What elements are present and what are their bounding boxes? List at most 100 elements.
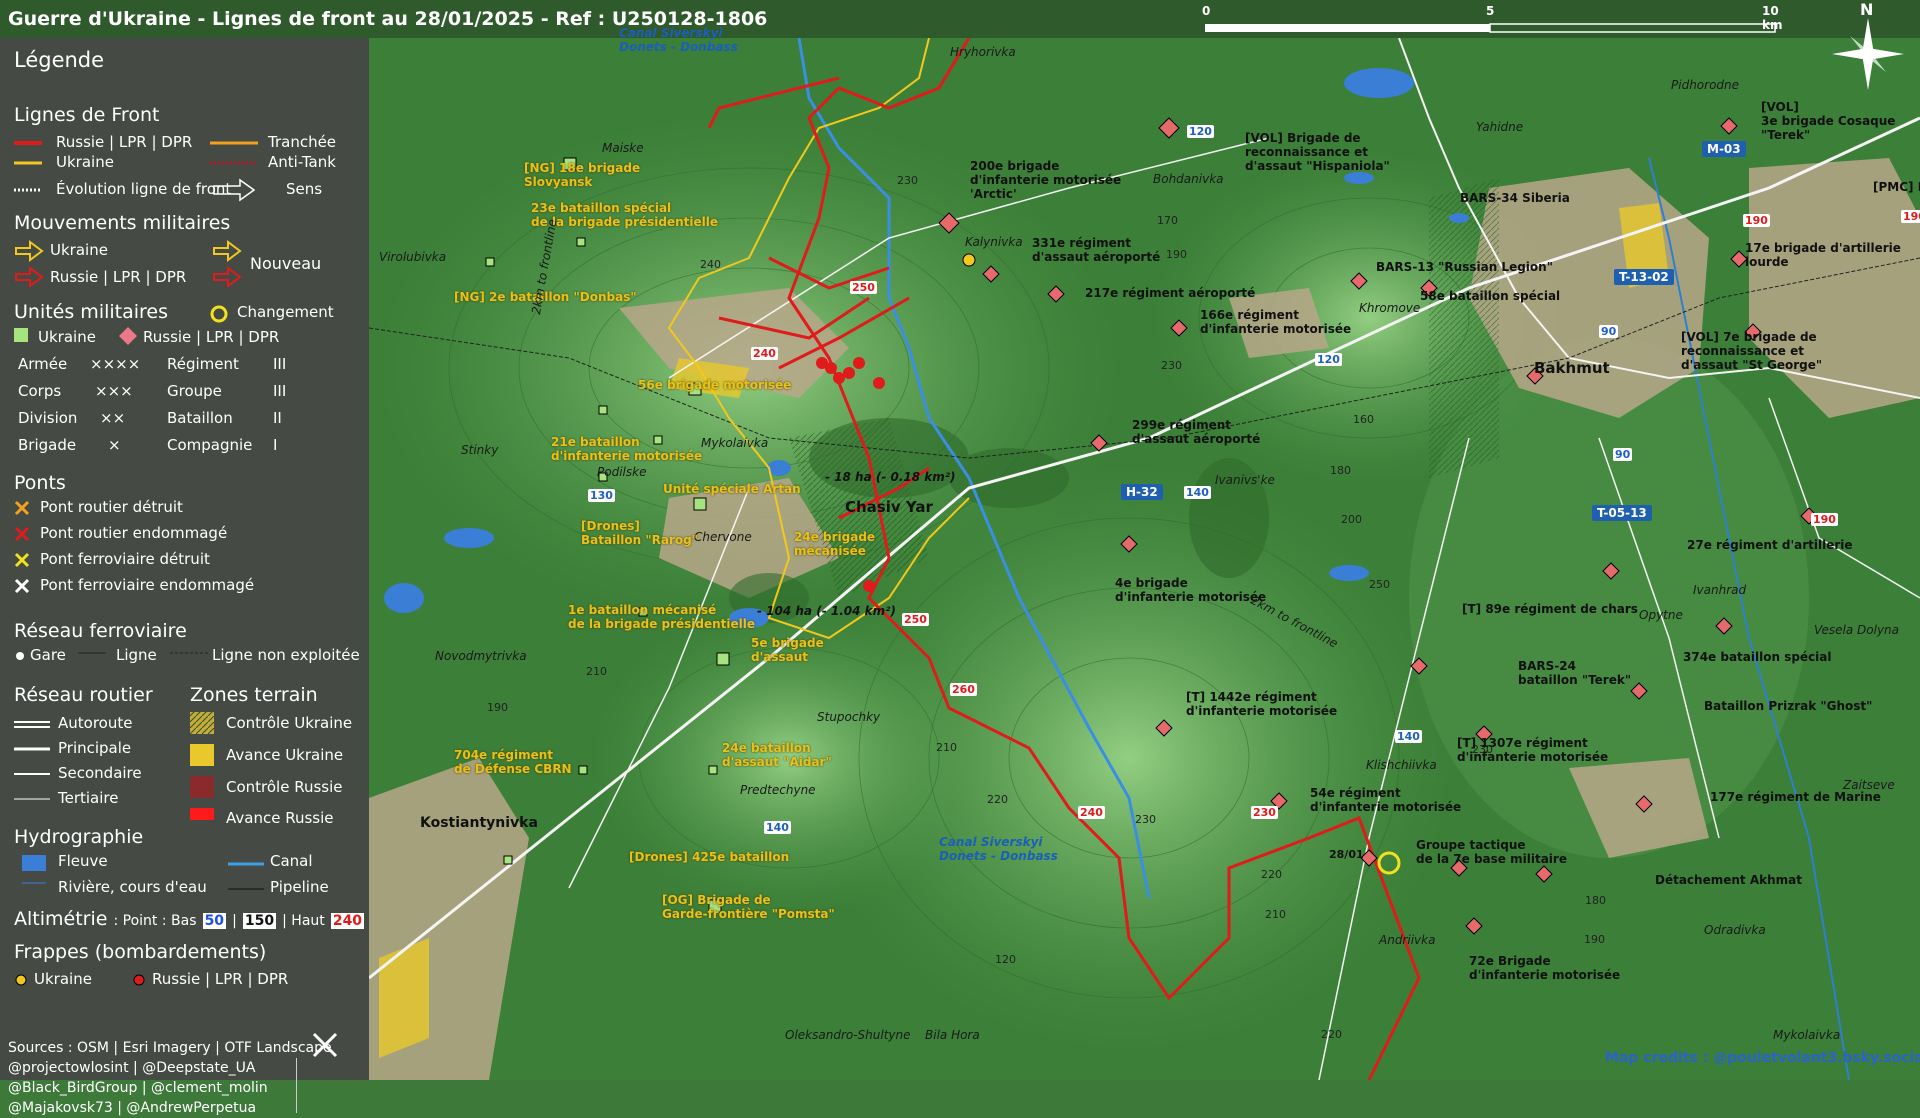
- town-ivanivske: Ivanivs'ke: [1215, 473, 1275, 487]
- town-bohdanivka: Bohdanivka: [1153, 172, 1224, 186]
- legend-units-change: Changement: [237, 303, 334, 321]
- ru-unit-72: 72e Brigade d'infanterie motorisée: [1469, 954, 1620, 982]
- legend-unit-corps-sym: ×××: [95, 382, 133, 400]
- legend-units-ukraine: Ukraine: [38, 328, 96, 346]
- north-compass: N: [1820, 0, 1916, 102]
- ru-unit-hispaniola: [VOL] Brigade de reconnaissance et d'assau…: [1245, 131, 1390, 173]
- alt-label: 190: [1584, 933, 1605, 946]
- alt-point: 140: [1395, 730, 1422, 743]
- ua-unit-aidar-text: 24e bataillon d'assaut "Aidar": [722, 741, 832, 769]
- zone-swatches: [190, 712, 214, 820]
- town-hryhorivka: Hryhorivka: [950, 45, 1016, 59]
- alt-point: 90: [1599, 325, 1619, 338]
- town-oleksandro-shultyne: Oleksandro-Shultyne: [785, 1028, 911, 1042]
- legend-road-title: Réseau routier: [14, 684, 153, 706]
- legend-zone-ru-control: Contrôle Russie: [226, 778, 343, 796]
- alt-point: 90: [1613, 448, 1633, 461]
- x-social-icon[interactable]: [310, 1030, 340, 1060]
- town-klishchiivka: Klishchiivka: [1366, 758, 1437, 772]
- ua-unit-rarog-text: [Drones] Bataillon "Rarog": [581, 519, 698, 547]
- ru-unit-terek-cossack-text: [VOL] 3e brigade Cosaque "Terek": [1761, 100, 1896, 142]
- ru-unit-bars34: BARS-34 Siberia: [1460, 191, 1570, 205]
- alt-point: 240: [1078, 806, 1105, 819]
- ru-unit-1442-text: [T] 1442e régiment d'infanterie motorisée: [1186, 690, 1338, 718]
- legend-front-title: Lignes de Front: [14, 104, 160, 126]
- front-line-swatches: [14, 141, 42, 192]
- town-podilske: Podilske: [597, 465, 647, 479]
- legend-unit-brigade-sym: ×: [108, 436, 121, 454]
- legend-title: Légende: [14, 48, 105, 72]
- ru-unit-4-brigade-text: 4e brigade d'infanterie motorisée: [1115, 576, 1267, 604]
- legend-unit-group-sym: III: [273, 382, 287, 400]
- town-kalynivka: Kalynivka: [965, 235, 1023, 249]
- legend-unit-army: Armée: [18, 355, 68, 373]
- ru-unit-89-tank-text: [T] 89e régiment de chars: [1462, 602, 1638, 616]
- scale-label-5: 5: [1486, 4, 1495, 18]
- legend-altitude-sep: |: [232, 913, 237, 929]
- map-credits[interactable]: Map credits : @pouletvolant3.bsky.social: [1605, 1050, 1920, 1066]
- alt-label: 220: [1261, 868, 1282, 881]
- ru-unit-54: 54e régiment d'infanterie motorisée: [1310, 786, 1461, 814]
- alt-label: 230: [1161, 359, 1182, 372]
- ua-unit-18-ng: [NG] 18e brigade Slovyansk: [524, 161, 640, 189]
- map-area[interactable]: Canal Siverskyi Donets - Donbass Canal S…: [368, 26, 1920, 1084]
- legend-rail-unused: Ligne non exploitée: [212, 646, 360, 664]
- sources-line2: @projectowlosint | @Deepstate_UA: [8, 1060, 256, 1076]
- legend-front-evolution: Évolution ligne de front: [56, 180, 232, 198]
- ru-unit-bars13: BARS-13 "Russian Legion": [1376, 260, 1553, 274]
- legend-unit-brigade: Brigade: [18, 436, 77, 454]
- alt-label: 230: [1135, 813, 1156, 826]
- sources-line4: @Majakovsk73 | @AndrewPerpetua: [8, 1100, 257, 1116]
- terrain-map[interactable]: [368, 37, 1920, 1081]
- alt-point: 120: [1315, 353, 1342, 366]
- hydro-swatches: [22, 855, 46, 884]
- alt-label: 170: [1157, 214, 1178, 227]
- area-change-104ha: - 104 ha (- 1.04 km²): [757, 604, 896, 618]
- legend-rail-title: Réseau ferroviaire: [14, 620, 187, 642]
- ua-unit-artan-text: Unité spéciale Artan: [663, 482, 801, 496]
- ru-unit-217: 217e régiment aéroporté: [1085, 286, 1255, 300]
- ru-unit-89-tank: [T] 89e régiment de chars: [1462, 602, 1638, 616]
- ua-unit-rarog: [Drones] Bataillon "Rarog": [581, 519, 698, 547]
- town-bila-hora: Bila Hora: [925, 1028, 980, 1042]
- canal-label-north-line2: Donets - Donbass: [619, 40, 738, 54]
- compass-rose-icon: [1832, 18, 1904, 90]
- legend-move-new: Nouveau: [250, 254, 322, 273]
- alt-point: 250: [850, 281, 877, 294]
- ua-unit-24-mech: 24e brigade mécanisée: [794, 530, 875, 558]
- sources-divider: [296, 1058, 297, 1113]
- ru-unit-st-george: [VOL] 7e brigade de reconnaissance et d'as…: [1681, 330, 1822, 372]
- town-predtechyne: Predtechyne: [740, 783, 816, 797]
- road-sign-h32: H-32: [1121, 484, 1163, 500]
- north-label: N: [1860, 0, 1874, 19]
- title-bar: Guerre d'Ukraine - Lignes de front au 28…: [0, 0, 1920, 38]
- legend-units-title: Unités militaires: [14, 301, 169, 323]
- alt-point: 230: [1251, 806, 1278, 819]
- town-chervone: Chervone: [694, 530, 752, 544]
- rail-line-icon: [78, 652, 106, 654]
- ru-unit-1307: [T] 1307e régiment d'infanterie motorisée: [1457, 736, 1608, 764]
- legend-trench: Tranchée: [268, 133, 337, 151]
- ru-unit-27-art: 27e régiment d'artillerie: [1687, 538, 1853, 552]
- alt-label: 120: [995, 953, 1016, 966]
- town-andriivka: Andriivka: [1379, 933, 1436, 947]
- ua-unit-425: [Drones] 425e bataillon: [629, 850, 789, 864]
- legend-road-main: Principale: [58, 739, 132, 757]
- legend-altitude-row: Altimétrie : Point : Bas 50 | 150 | Haut…: [14, 908, 365, 930]
- legend-panel: Légende Lignes de Front Russie | LPR | D…: [0, 38, 369, 1116]
- city-chasiv-yar: Chasiv Yar: [845, 498, 933, 516]
- ua-unit-5-assault: 5e brigade d'assaut: [751, 636, 824, 664]
- change-circle-icon: [210, 305, 228, 323]
- town-khromove: Khromove: [1359, 301, 1421, 315]
- legend-altitude-title: Altimétrie: [14, 908, 108, 930]
- move-arrow-swatches: [15, 240, 44, 288]
- ua-unit-704: 704e régiment de Défense CBRN: [454, 748, 572, 776]
- alt-point: 120: [1187, 125, 1214, 138]
- canal-label-south-line2: Donets - Donbass: [939, 849, 1058, 863]
- alt-label: 250: [1369, 578, 1390, 591]
- town-vesela-dolyna: Vesela Dolyna: [1814, 623, 1900, 637]
- legend-zone-ru-advance: Avance Russie: [226, 809, 334, 827]
- ru-unit-58-text: 58e bataillon spécial: [1420, 289, 1561, 303]
- ru-unit-pmc: [PMC] R: [1873, 180, 1920, 194]
- alt-label: 220: [1321, 1028, 1342, 1041]
